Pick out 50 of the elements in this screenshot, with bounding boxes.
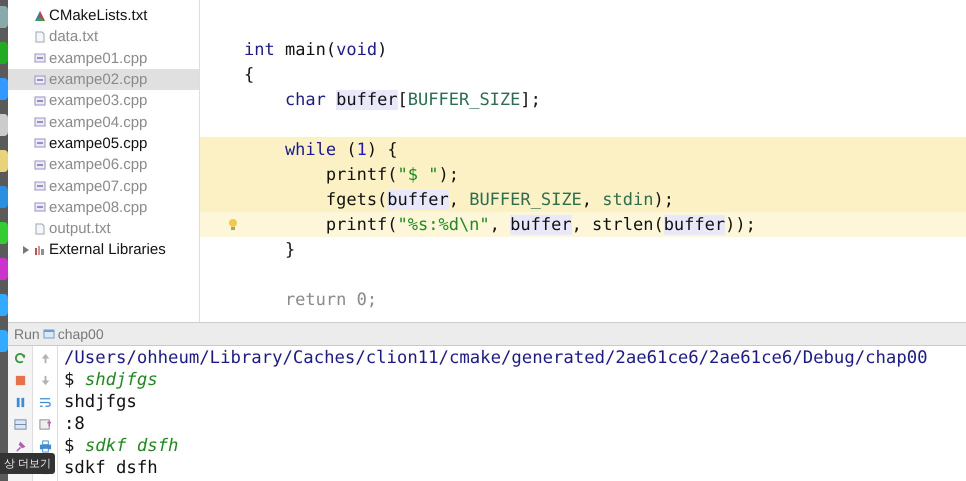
file-name[interactable]: External Libraries: [49, 241, 166, 258]
file-name[interactable]: exampe07.cpp: [49, 178, 148, 195]
file-name[interactable]: exampe08.cpp: [49, 198, 148, 216]
file-icon: [34, 222, 46, 235]
cpp-file-icon: [34, 94, 46, 107]
file-icon: [34, 30, 46, 43]
library-icon: [34, 244, 46, 256]
file-name[interactable]: exampe06.cpp: [49, 156, 148, 174]
expand-arrow-icon[interactable]: [23, 246, 29, 254]
cpp-file-icon: [34, 201, 46, 214]
cpp-file-icon: [34, 180, 46, 192]
console-line: $ shdjfgs: [64, 369, 159, 391]
window-icon: [42, 328, 55, 340]
highlighted-code-line: fgets(buffer, BUFFER_SIZE, stdin);: [324, 190, 674, 210]
highlighted-code-line: printf("%s:%d\n", buffer, strlen(buffer));: [324, 214, 756, 234]
cpp-file-icon: [34, 116, 46, 128]
file-name[interactable]: output.txt: [49, 220, 111, 238]
code-line: char buffer[BUFFER_SIZE];: [284, 90, 541, 110]
print-icon[interactable]: [38, 440, 52, 453]
code-line: {: [244, 64, 254, 84]
file-name[interactable]: exampe01.cpp: [49, 50, 148, 67]
file-name[interactable]: data.txt: [49, 28, 98, 46]
highlighted-code-line: printf("$ ");: [324, 164, 459, 184]
cpp-file-icon: [34, 137, 46, 150]
rerun-icon[interactable]: [14, 352, 26, 365]
run-label: Run: [14, 326, 40, 342]
code-line: }: [284, 240, 296, 260]
wrap-icon[interactable]: [38, 396, 52, 409]
file-name[interactable]: exampe02.cpp: [49, 71, 148, 88]
cpp-file-icon: [34, 52, 46, 64]
code-line: int main(void): [244, 40, 388, 60]
console-line: /Users/ohheum/Library/Caches/clion11/cmake/generated/2ae61ce6/2ae61ce6/Debug/chap00: [64, 347, 929, 369]
cpp-file-icon: [34, 158, 46, 171]
console-line: sdkf dsfh: [64, 457, 159, 479]
file-name[interactable]: exampe03.cpp: [49, 92, 148, 110]
file-name[interactable]: exampe04.cpp: [49, 114, 148, 131]
cpp-file-icon: [34, 74, 46, 86]
code-line: return 0;: [284, 290, 378, 310]
triangle-icon: [34, 10, 46, 22]
stop-icon[interactable]: [14, 374, 26, 387]
layout-icon[interactable]: [14, 418, 26, 431]
lightbulb-icon[interactable]: [228, 218, 238, 232]
run-config-tab[interactable]: chap00: [58, 326, 104, 342]
file-name[interactable]: exampe05.cpp: [49, 134, 148, 152]
console-line: :8: [64, 413, 86, 435]
highlighted-code-line: while (1) {: [284, 140, 398, 160]
console-line: $ sdkf dsfh: [64, 435, 180, 457]
file-name[interactable]: CMakeLists.txt: [49, 7, 148, 24]
tooltip: 상 더보기: [0, 453, 56, 474]
console-line: shdjfgs: [64, 391, 138, 413]
